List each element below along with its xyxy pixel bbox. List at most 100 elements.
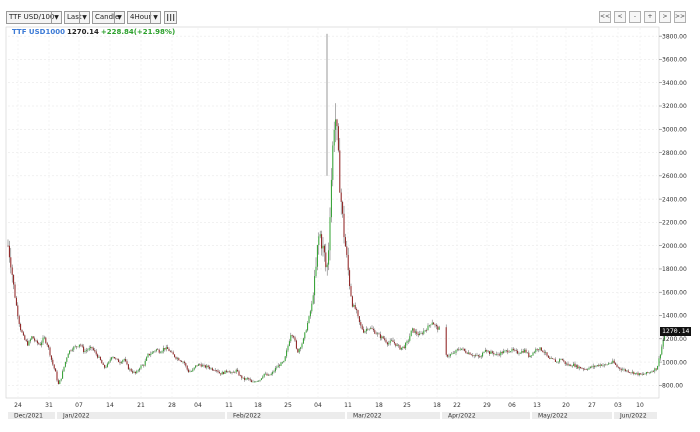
candle-body bbox=[133, 371, 135, 373]
candle-body bbox=[399, 345, 401, 350]
candle-body bbox=[377, 333, 379, 335]
month-label: Apr/2022 bbox=[448, 413, 476, 420]
candle-body bbox=[181, 360, 183, 362]
x-tick-label: 07 bbox=[75, 402, 83, 409]
price-chart[interactable]: 800.00 1000.00 1200.00 1400.00 1600.00 1800.0… bbox=[0, 0, 700, 432]
candle-body bbox=[531, 355, 533, 357]
candle-body bbox=[218, 372, 220, 374]
candle-body bbox=[563, 360, 565, 362]
candle-body bbox=[228, 371, 230, 373]
candle-body bbox=[153, 351, 155, 353]
candle-body bbox=[472, 355, 474, 356]
candle-body bbox=[598, 365, 600, 367]
candle-body bbox=[217, 370, 219, 373]
candle-body bbox=[35, 340, 37, 342]
candle-body bbox=[283, 360, 285, 363]
candle-body bbox=[512, 348, 514, 350]
candle-body bbox=[104, 364, 106, 368]
candle-body bbox=[529, 355, 531, 358]
candle-body bbox=[55, 368, 57, 372]
candle-body bbox=[609, 363, 611, 364]
candle-body bbox=[120, 362, 122, 364]
candle-body bbox=[494, 354, 496, 355]
candle-body bbox=[514, 349, 516, 351]
candle-body bbox=[455, 350, 457, 353]
candle-body bbox=[640, 373, 642, 375]
candle-body bbox=[392, 340, 394, 342]
candle-body bbox=[60, 378, 62, 381]
candle-body bbox=[616, 364, 618, 367]
candle-body bbox=[298, 348, 300, 353]
candle-body bbox=[476, 355, 478, 356]
candle-body bbox=[659, 354, 661, 359]
candle-body bbox=[169, 351, 171, 352]
candle-body bbox=[449, 354, 451, 356]
candle-body bbox=[17, 305, 19, 317]
candle-body bbox=[102, 363, 104, 365]
candle-body bbox=[43, 337, 45, 339]
candle-body bbox=[515, 350, 517, 351]
candle-body bbox=[84, 351, 86, 352]
candle-body bbox=[479, 356, 481, 358]
candle-body bbox=[559, 359, 561, 362]
candle-body bbox=[186, 365, 188, 370]
candle-body bbox=[407, 340, 409, 342]
candle-body bbox=[655, 368, 657, 370]
candle-body bbox=[451, 353, 453, 355]
candle-body bbox=[406, 341, 408, 344]
candle-body bbox=[167, 347, 169, 349]
candle-body bbox=[382, 336, 384, 339]
candle-body bbox=[112, 357, 114, 358]
candle-body bbox=[256, 380, 258, 382]
month-label: Jun/2022 bbox=[619, 413, 647, 420]
candle-body bbox=[25, 339, 27, 342]
candle-body bbox=[127, 364, 129, 370]
x-tick-label: 06 bbox=[508, 402, 516, 409]
candle-body bbox=[539, 347, 541, 350]
candle-body bbox=[108, 361, 110, 364]
candle-body bbox=[486, 350, 488, 352]
candle-body bbox=[64, 361, 66, 367]
x-tick-label: 27 bbox=[588, 402, 596, 409]
candle-body bbox=[445, 327, 447, 355]
candle-body bbox=[400, 347, 402, 350]
candle-body bbox=[279, 365, 281, 366]
candle-body bbox=[141, 365, 143, 366]
candle-body bbox=[22, 332, 24, 336]
candle-body bbox=[469, 352, 471, 355]
candle-body bbox=[287, 345, 289, 351]
candle-body bbox=[518, 353, 520, 355]
candle-body bbox=[70, 350, 72, 352]
candle-body bbox=[368, 328, 370, 330]
candle-body bbox=[566, 363, 568, 365]
candle-body bbox=[220, 373, 222, 375]
candle-body bbox=[638, 373, 640, 376]
candle-body bbox=[615, 363, 617, 365]
candle-body bbox=[199, 364, 201, 365]
candle-body bbox=[428, 325, 430, 326]
candle-body bbox=[448, 355, 450, 357]
candle-body bbox=[333, 129, 335, 146]
candle-body bbox=[57, 380, 59, 385]
x-tick-label: 13 bbox=[533, 402, 541, 409]
candle-body bbox=[378, 333, 380, 335]
candle-body bbox=[140, 365, 142, 369]
candle-body bbox=[183, 361, 185, 364]
candle-body bbox=[321, 234, 323, 249]
candle-body bbox=[211, 368, 213, 371]
candle-body bbox=[197, 364, 199, 366]
candle-body bbox=[410, 330, 412, 337]
candle-body bbox=[272, 372, 274, 374]
candle-body bbox=[263, 373, 265, 377]
candle-body bbox=[430, 324, 432, 326]
candle-body bbox=[315, 266, 317, 277]
candle-body bbox=[29, 339, 31, 342]
candle-body bbox=[342, 201, 344, 214]
candle-body bbox=[213, 370, 215, 371]
candle-body bbox=[574, 363, 576, 367]
candle-body bbox=[85, 350, 87, 352]
candle-body bbox=[49, 347, 51, 356]
candle-body bbox=[617, 366, 619, 368]
candle-body bbox=[426, 330, 428, 331]
candle-body bbox=[363, 329, 365, 333]
